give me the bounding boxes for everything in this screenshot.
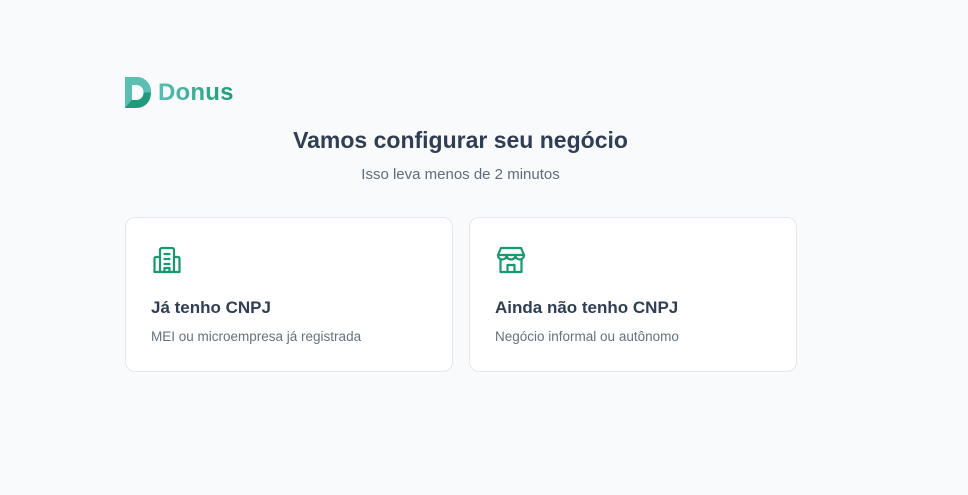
option-description: Negócio informal ou autônomo [495,329,679,344]
option-title: Já tenho CNPJ [151,298,271,317]
page-heading: Vamos configurar seu negócio Isso leva m… [125,124,796,185]
brand-logo: Donus [125,77,234,108]
option-card-no-cnpj[interactable]: Ainda não tenho CNPJ Negócio informal ou… [469,217,797,372]
brand-name: Donus [158,78,234,106]
onboarding-page: Donus Vamos configurar seu negócio Isso … [0,0,968,495]
option-card-has-cnpj[interactable]: Já tenho CNPJ MEI ou microempresa já reg… [125,217,453,372]
option-title: Ainda não tenho CNPJ [495,298,679,317]
building-icon [151,244,183,276]
store-icon [495,244,527,276]
page-subtitle: Isso leva menos de 2 minutos [361,166,560,183]
option-description: MEI ou microempresa já registrada [151,329,362,344]
donus-logo-icon [125,77,151,108]
page-title: Vamos configurar seu negócio [293,127,628,153]
